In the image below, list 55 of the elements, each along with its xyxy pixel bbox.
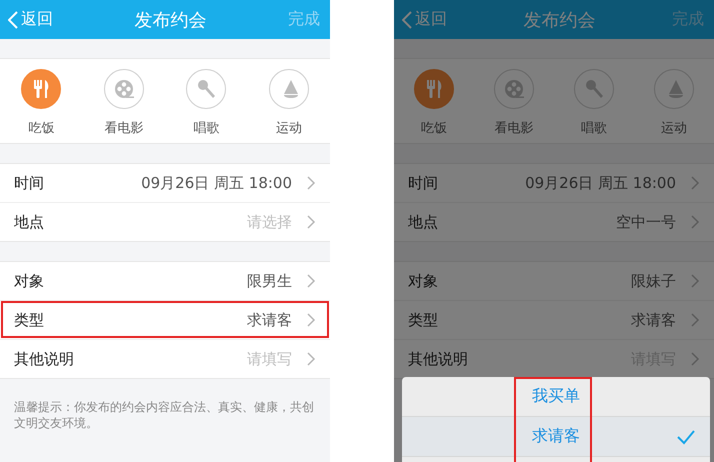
row-label: 时间 (14, 174, 45, 192)
row-label: 对象 (14, 272, 45, 290)
checkmark-icon (676, 429, 696, 445)
chevron-right-icon (690, 273, 700, 289)
row-label: 对象 (408, 272, 439, 290)
row-value: 求请客 (631, 310, 676, 330)
chevron-right-icon (306, 214, 316, 230)
category-option[interactable]: 看电影 (474, 59, 554, 143)
category-option[interactable]: 吃饭 (0, 59, 82, 143)
chevron-right-icon (306, 312, 316, 328)
category-option[interactable]: 运动 (248, 59, 330, 143)
row-label: 地点 (408, 212, 439, 232)
tip-text: 温馨提示：你发布的约会内容应合法、真实、健康，共创文明交友环境。 (14, 399, 315, 431)
category-option[interactable]: 唱歌 (165, 59, 248, 143)
row-label: 地点 (14, 212, 45, 232)
chevron-right-icon (690, 214, 700, 230)
row-label: 类型 (408, 310, 439, 330)
chevron-right-icon (690, 175, 700, 191)
chevron-left-icon (8, 10, 18, 28)
row-placeholder: 请填写 (247, 350, 292, 368)
settings-row[interactable]: 对象 限妹子 (394, 262, 714, 300)
film-reel-icon (502, 77, 526, 101)
row-label: 其他说明 (14, 350, 75, 368)
row-value: 空中一号 (616, 212, 676, 232)
category-option[interactable]: 吃饭 (394, 59, 474, 143)
row-label: 时间 (408, 174, 439, 192)
row-value: 09月26日 周五 18:00 (525, 174, 676, 192)
sheet-option[interactable]: 求请客 (402, 417, 710, 457)
row-label: 类型 (14, 310, 45, 330)
category-option[interactable]: 看电影 (82, 59, 165, 143)
chevron-right-icon (690, 351, 700, 367)
settings-row[interactable]: 地点 请选择 (0, 202, 330, 241)
settings-row[interactable]: 其他说明 请填写 (0, 339, 330, 378)
chevron-left-icon (402, 10, 412, 28)
row-value: 限男生 (247, 272, 292, 290)
row-value: 求请客 (247, 310, 292, 330)
chevron-right-icon (306, 175, 316, 191)
chevron-right-icon (306, 273, 316, 289)
screen-title: 发布约会 (134, 8, 206, 32)
chevron-right-icon (306, 351, 316, 367)
row-value: 09月26日 周五 18:00 (141, 174, 292, 192)
settings-row[interactable]: 时间 09月26日 周五 18:00 (394, 164, 714, 202)
category-option[interactable]: 唱歌 (554, 59, 634, 143)
row-label: 其他说明 (408, 350, 469, 368)
row-value: 限妹子 (631, 272, 676, 290)
chevron-right-icon (690, 312, 700, 328)
settings-row[interactable]: 类型 求请客 (394, 300, 714, 339)
settings-row[interactable]: 对象 限男生 (0, 262, 330, 300)
screen-title: 发布约会 (524, 8, 596, 32)
row-placeholder: 请选择 (247, 212, 292, 232)
settings-row[interactable]: 地点 空中一号 (394, 202, 714, 241)
settings-row[interactable]: 时间 09月26日 周五 18:00 (0, 164, 330, 202)
settings-row[interactable]: 类型 求请客 (0, 300, 330, 339)
back-button[interactable]: 返回 (8, 9, 53, 30)
category-option[interactable]: 运动 (634, 59, 714, 143)
